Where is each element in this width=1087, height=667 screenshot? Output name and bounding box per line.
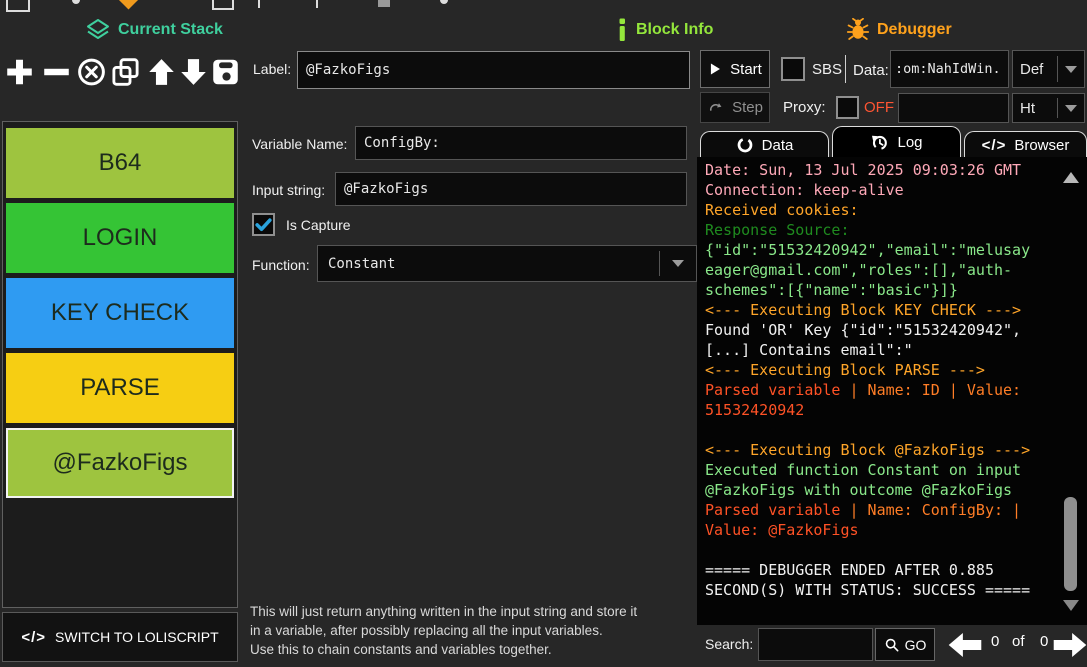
clone-block-button[interactable]: [110, 56, 141, 88]
tab-log[interactable]: Log: [832, 126, 961, 158]
stack-panel: B64 LOGIN KEY CHECK PARSE @FazkoFigs: [2, 121, 238, 608]
log-scrollbar-thumb[interactable]: [1064, 497, 1077, 591]
save-stack-button[interactable]: [210, 56, 241, 88]
search-go-button[interactable]: GO: [875, 628, 935, 661]
stack-block-fazkofigs[interactable]: @FazkoFigs: [6, 428, 234, 498]
match-total: 0: [1040, 633, 1048, 650]
is-capture-label: Is Capture: [286, 217, 351, 233]
titlebar-icon-window[interactable]: [212, 0, 234, 10]
variable-name-input[interactable]: [355, 126, 687, 160]
stack-block-login[interactable]: LOGIN: [6, 203, 234, 273]
start-label: Start: [730, 61, 762, 78]
function-caption: Function:: [252, 257, 310, 273]
next-match-button[interactable]: [1053, 632, 1087, 658]
proxy-caption: Proxy:: [783, 99, 826, 116]
tab-log-label: Log: [897, 134, 922, 151]
data-tab-icon: [736, 136, 754, 154]
info-icon: [615, 18, 629, 42]
proxy-status: OFF: [864, 99, 894, 116]
titlebar-icon-bar2[interactable]: [316, 0, 318, 8]
titlebar-icon-dot1[interactable]: [72, 0, 80, 4]
chevron-down-icon: [1065, 105, 1077, 112]
start-button[interactable]: Start: [700, 50, 770, 88]
tab-browser-label: Browser: [1014, 137, 1069, 154]
step-icon: [707, 100, 724, 115]
search-icon: [884, 637, 900, 653]
debugger-title: Debugger: [877, 21, 952, 39]
step-button[interactable]: Step: [700, 92, 770, 123]
titlebar-icon-new[interactable]: [6, 0, 30, 12]
stack-block-b64[interactable]: B64: [6, 128, 234, 198]
switch-to-loliscript-label: SWITCH TO LOLISCRIPT: [55, 629, 219, 645]
bug-icon: [846, 18, 870, 42]
proxy-checkbox[interactable]: [836, 96, 859, 119]
layers-icon: [85, 18, 111, 42]
previous-match-button[interactable]: [948, 632, 982, 658]
tab-data[interactable]: Data: [700, 131, 829, 158]
block-description: This will just return anything written i…: [250, 603, 700, 660]
code-icon: </>: [21, 629, 46, 646]
block-info-header: Block Info: [615, 18, 713, 42]
debugger-log-panel[interactable]: Date: Sun, 13 Jul 2025 09:03:26 GMTConne…: [697, 157, 1087, 625]
play-icon: [708, 61, 722, 77]
is-capture-check-mark: [254, 215, 273, 234]
debugger-header: Debugger: [846, 18, 952, 42]
log-output: Date: Sun, 13 Jul 2025 09:03:26 GMTConne…: [697, 157, 1087, 600]
sbs-label: SBS: [812, 61, 842, 78]
proxy-type-value: Ht: [1013, 100, 1057, 117]
proxy-input[interactable]: [898, 93, 1009, 123]
current-stack-header: Current Stack: [85, 18, 223, 42]
variable-name-caption: Variable Name:: [252, 136, 347, 152]
is-capture-checkbox[interactable]: [252, 213, 275, 236]
go-label: GO: [905, 637, 927, 653]
titlebar-strip: [0, 0, 1087, 13]
chevron-down-icon: [672, 260, 684, 267]
stack-block-key-check[interactable]: KEY CHECK: [6, 278, 234, 348]
titlebar-icon-dot2[interactable]: [440, 0, 448, 4]
block-info-title: Block Info: [636, 21, 713, 39]
chevron-down-icon: [1065, 66, 1077, 73]
move-block-up-button[interactable]: [146, 56, 177, 88]
proxy-type-dropdown[interactable]: Ht: [1012, 93, 1085, 123]
sbs-checkbox[interactable]: [781, 57, 805, 81]
browser-tab-icon: </>: [982, 137, 1007, 154]
wordlist-type-dropdown[interactable]: Def: [1012, 50, 1085, 88]
remove-block-button[interactable]: [41, 56, 72, 88]
divider: [845, 55, 846, 83]
add-block-button[interactable]: [4, 56, 35, 88]
data-input[interactable]: [890, 50, 1009, 88]
tab-browser[interactable]: </> Browser: [964, 131, 1087, 158]
switch-to-loliscript-button[interactable]: </> SWITCH TO LOLISCRIPT: [2, 612, 238, 662]
titlebar-logo-diamond: [116, 0, 140, 10]
function-value: Constant: [318, 256, 659, 272]
disable-block-button[interactable]: [76, 56, 107, 88]
match-current: 0: [991, 633, 999, 650]
label-caption: Label:: [253, 61, 291, 77]
stack-block-parse[interactable]: PARSE: [6, 353, 234, 423]
match-separator: of: [1012, 633, 1025, 650]
function-dropdown[interactable]: Constant: [317, 245, 697, 282]
search-caption: Search:: [705, 636, 753, 652]
scroll-up-icon[interactable]: [1063, 172, 1079, 183]
move-block-down-button[interactable]: [178, 56, 209, 88]
tab-data-label: Data: [762, 137, 794, 154]
step-label: Step: [732, 99, 763, 116]
openbullet-stacker-window: Current Stack Block Info Debugger: [0, 0, 1087, 667]
data-caption: Data:: [853, 62, 889, 79]
titlebar-icon-bar1[interactable]: [258, 0, 260, 8]
input-string-caption: Input string:: [252, 182, 325, 198]
scroll-down-icon[interactable]: [1063, 600, 1079, 611]
current-stack-title: Current Stack: [118, 21, 223, 39]
history-icon: [870, 133, 889, 152]
block-label-input[interactable]: [297, 51, 690, 89]
titlebar-icon-square[interactable]: [378, 0, 390, 7]
search-input[interactable]: [758, 628, 873, 661]
input-string-input[interactable]: [335, 172, 687, 206]
wordlist-type-value: Def: [1013, 61, 1057, 78]
